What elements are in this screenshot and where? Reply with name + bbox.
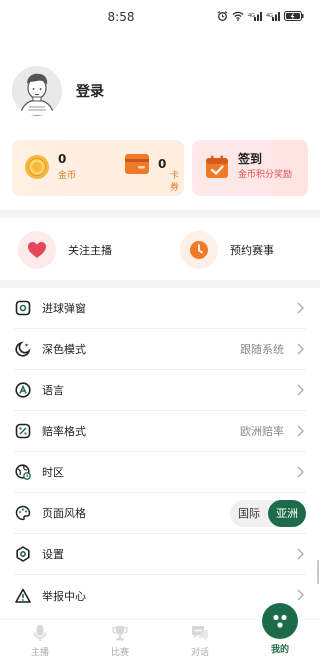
setting-report-center[interactable]: 举报中心 bbox=[14, 575, 306, 616]
setting-page-style-label: 页面风格 bbox=[42, 507, 86, 520]
setting-language[interactable]: 语言 bbox=[14, 370, 306, 411]
checkin-subtitle: 金币积分奖励 bbox=[238, 170, 293, 180]
language-icon bbox=[15, 382, 31, 398]
follow-anchor-label: 关注主播 bbox=[68, 244, 112, 257]
nav-mine[interactable]: 我的 bbox=[240, 603, 320, 660]
palette-icon bbox=[15, 505, 31, 521]
setting-odds-format-value: 欧洲赔率 bbox=[240, 425, 284, 438]
scrollbar[interactable] bbox=[317, 560, 319, 584]
reserve-match-label: 预约赛事 bbox=[230, 244, 274, 257]
section-divider bbox=[0, 210, 320, 218]
chevron-right-icon bbox=[297, 425, 304, 437]
heart-icon bbox=[28, 242, 46, 258]
moon-icon bbox=[15, 341, 31, 357]
globe-clock-icon bbox=[15, 464, 31, 480]
quick-actions: 关注主播 预约赛事 bbox=[0, 230, 320, 270]
gear-icon bbox=[16, 546, 30, 562]
settings-list: 进球弹窗 深色模式 跟随系统 语言 赔率格式 欧洲赔率 时区 页面风格 国际 亚… bbox=[0, 288, 320, 616]
percent-icon bbox=[15, 423, 31, 439]
coin-label: 金币 bbox=[58, 171, 77, 181]
setting-page-style: 页面风格 国际 亚洲 bbox=[14, 493, 306, 534]
setting-timezone-label: 时区 bbox=[42, 466, 64, 479]
voucher-balance[interactable]: 0 卡券 bbox=[124, 152, 179, 193]
trophy-icon bbox=[112, 626, 128, 641]
nav-chat-label: 对话 bbox=[190, 648, 209, 658]
mine-face-icon bbox=[273, 614, 287, 628]
nav-mine-label: 我的 bbox=[270, 645, 289, 655]
coin-value: 0 bbox=[58, 152, 67, 166]
wallet-cards: 0 金币 0 卡券 签到 金币积分奖励 bbox=[12, 140, 308, 196]
setting-timezone[interactable]: 时区 bbox=[14, 452, 306, 493]
setting-dark-mode-label: 深色模式 bbox=[42, 343, 86, 356]
signal-icon-2: 4G bbox=[266, 12, 280, 21]
avatar[interactable] bbox=[12, 66, 62, 116]
reserve-match-button[interactable]: 预约赛事 bbox=[180, 230, 274, 270]
setting-odds-format[interactable]: 赔率格式 欧洲赔率 bbox=[14, 411, 306, 452]
bottom-nav: 主播 比赛 对话 我的 bbox=[0, 603, 320, 660]
setting-language-label: 语言 bbox=[42, 384, 64, 397]
setting-settings-label: 设置 bbox=[42, 548, 64, 561]
setting-settings[interactable]: 设置 bbox=[14, 534, 306, 575]
page-style-option-international[interactable]: 国际 bbox=[230, 500, 268, 527]
checkin-title: 签到 bbox=[238, 152, 263, 166]
voucher-label: 卡券 bbox=[170, 171, 180, 193]
battery-icon bbox=[284, 11, 304, 21]
chevron-right-icon bbox=[297, 466, 304, 478]
nav-match-label: 比赛 bbox=[110, 648, 129, 658]
coin-balance[interactable]: 0 金币 bbox=[24, 152, 76, 182]
setting-report-center-label: 举报中心 bbox=[42, 589, 86, 603]
signal-icon: 4G bbox=[248, 12, 262, 21]
status-time: 8:58 bbox=[107, 10, 135, 24]
page-style-option-asia[interactable]: 亚洲 bbox=[268, 500, 306, 527]
goal-popup-icon bbox=[15, 300, 31, 316]
heart-icon-circle bbox=[18, 231, 56, 269]
clock-icon-circle bbox=[180, 231, 218, 269]
profile-header[interactable]: 登录 bbox=[12, 64, 104, 118]
gold-coin-icon bbox=[25, 155, 49, 179]
checkin-card[interactable]: 签到 金币积分奖励 bbox=[192, 140, 308, 196]
avatar-illustration-icon bbox=[12, 66, 62, 116]
alarm-icon bbox=[217, 11, 228, 21]
svg-text:4G: 4G bbox=[248, 13, 255, 19]
chevron-right-icon bbox=[297, 302, 304, 314]
calendar-check-icon bbox=[206, 155, 228, 178]
status-icons: 4G 4G bbox=[217, 11, 304, 21]
chevron-right-icon bbox=[297, 343, 304, 355]
setting-odds-format-label: 赔率格式 bbox=[42, 425, 86, 438]
setting-dark-mode[interactable]: 深色模式 跟随系统 bbox=[14, 329, 306, 370]
svg-text:4G: 4G bbox=[266, 13, 273, 19]
nav-anchor[interactable]: 主播 bbox=[0, 620, 80, 660]
chevron-right-icon bbox=[297, 384, 304, 396]
wallet-card: 0 金币 0 卡券 bbox=[12, 140, 184, 196]
setting-dark-mode-value: 跟随系统 bbox=[240, 343, 284, 356]
clock-icon bbox=[190, 241, 208, 259]
microphone-icon bbox=[33, 625, 47, 641]
login-button[interactable]: 登录 bbox=[76, 81, 104, 101]
setting-goal-popup[interactable]: 进球弹窗 bbox=[14, 288, 306, 329]
setting-goal-popup-label: 进球弹窗 bbox=[42, 302, 86, 315]
warning-icon bbox=[15, 588, 31, 603]
page-style-toggle[interactable]: 国际 亚洲 bbox=[230, 500, 306, 527]
voucher-card-icon bbox=[125, 154, 149, 174]
status-bar: 8:58 4G 4G bbox=[0, 0, 320, 36]
chevron-right-icon bbox=[297, 589, 304, 601]
chevron-right-icon bbox=[297, 548, 304, 560]
section-divider-2 bbox=[0, 280, 320, 288]
voucher-value: 0 bbox=[158, 157, 167, 171]
nav-anchor-label: 主播 bbox=[30, 648, 49, 658]
follow-anchor-button[interactable]: 关注主播 bbox=[18, 230, 112, 270]
mine-bubble bbox=[262, 603, 298, 639]
chat-icon bbox=[192, 626, 208, 641]
nav-chat[interactable]: 对话 bbox=[160, 620, 240, 660]
wifi-icon bbox=[232, 11, 244, 21]
nav-match[interactable]: 比赛 bbox=[80, 620, 160, 660]
